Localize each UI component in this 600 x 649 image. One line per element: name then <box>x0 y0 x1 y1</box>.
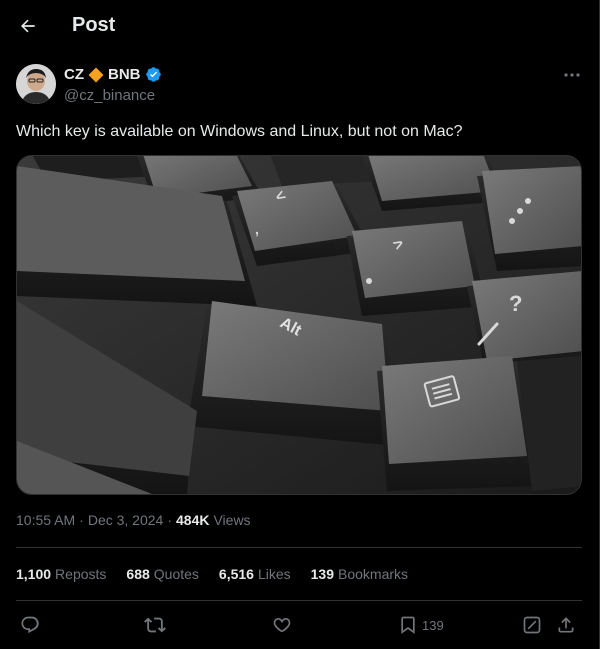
avatar-image <box>16 64 56 104</box>
repost-icon <box>144 617 166 633</box>
verified-badge-icon <box>145 67 161 82</box>
bookmark-icon <box>401 616 415 634</box>
post-text: Which key is available on Windows and Li… <box>16 123 463 140</box>
reply-icon <box>21 616 39 634</box>
post-page: Post CZ BNB @cz_binance Which key is ava… <box>0 0 600 649</box>
like-button[interactable] <box>272 612 292 638</box>
author-handle[interactable]: @cz_binance <box>64 87 155 104</box>
share-icon <box>558 617 574 633</box>
divider <box>16 600 582 601</box>
top-bar: Post <box>0 0 600 53</box>
post-meta: 10:55 AM · Dec 3, 2024 · 484K Views <box>16 512 251 528</box>
post-time[interactable]: 10:55 AM <box>16 512 75 528</box>
share-button[interactable] <box>556 612 576 638</box>
grok-icon <box>523 616 541 634</box>
stat-count: 139 <box>310 566 334 582</box>
svg-text:,: , <box>255 221 259 237</box>
stat-quotes[interactable]: 688 Quotes <box>126 566 199 582</box>
author-name: CZ <box>64 66 84 83</box>
views-label: Views <box>213 512 251 528</box>
more-options-button[interactable] <box>560 64 584 86</box>
reply-button[interactable] <box>20 612 40 638</box>
stat-label: Bookmarks <box>338 566 409 582</box>
keyboard-photo: < , > ? Alt <box>17 156 581 494</box>
more-dots-icon <box>564 73 580 77</box>
stat-count: 1,100 <box>16 566 52 582</box>
stat-label: Likes <box>257 566 291 582</box>
author-name-suffix: BNB <box>108 66 141 83</box>
bookmark-count: 139 <box>422 617 444 633</box>
arrow-left-icon <box>21 19 35 33</box>
post-media-image[interactable]: < , > ? Alt <box>16 155 582 495</box>
page-title: Post <box>72 14 116 36</box>
stat-count: 688 <box>126 566 150 582</box>
stat-label: Reposts <box>55 566 107 582</box>
repost-button[interactable] <box>144 612 166 638</box>
stat-reposts[interactable]: 1,100 Reposts <box>16 566 106 582</box>
stat-bookmarks[interactable]: 139 Bookmarks <box>311 566 408 582</box>
views-count: 484K <box>176 512 210 528</box>
bnb-diamond-icon <box>88 67 104 82</box>
post-date[interactable]: Dec 3, 2024 <box>88 512 164 528</box>
action-bar: 139 <box>16 612 584 638</box>
bookmark-button[interactable]: 139 <box>398 612 444 638</box>
stat-likes[interactable]: 6,516 Likes <box>219 566 291 582</box>
svg-text:?: ? <box>509 291 522 316</box>
meta-separator: · <box>79 512 84 528</box>
engagement-stats: 1,100 Reposts 688 Quotes 6,516 Likes 139… <box>16 566 408 582</box>
heart-icon <box>273 617 291 633</box>
back-button[interactable] <box>12 10 44 42</box>
stat-count: 6,516 <box>218 566 254 582</box>
grok-button[interactable] <box>522 612 542 638</box>
meta-separator: · <box>167 512 172 528</box>
divider <box>16 547 582 548</box>
avatar[interactable] <box>16 64 56 104</box>
author-name-row[interactable]: CZ BNB <box>64 66 162 83</box>
stat-label: Quotes <box>153 566 199 582</box>
